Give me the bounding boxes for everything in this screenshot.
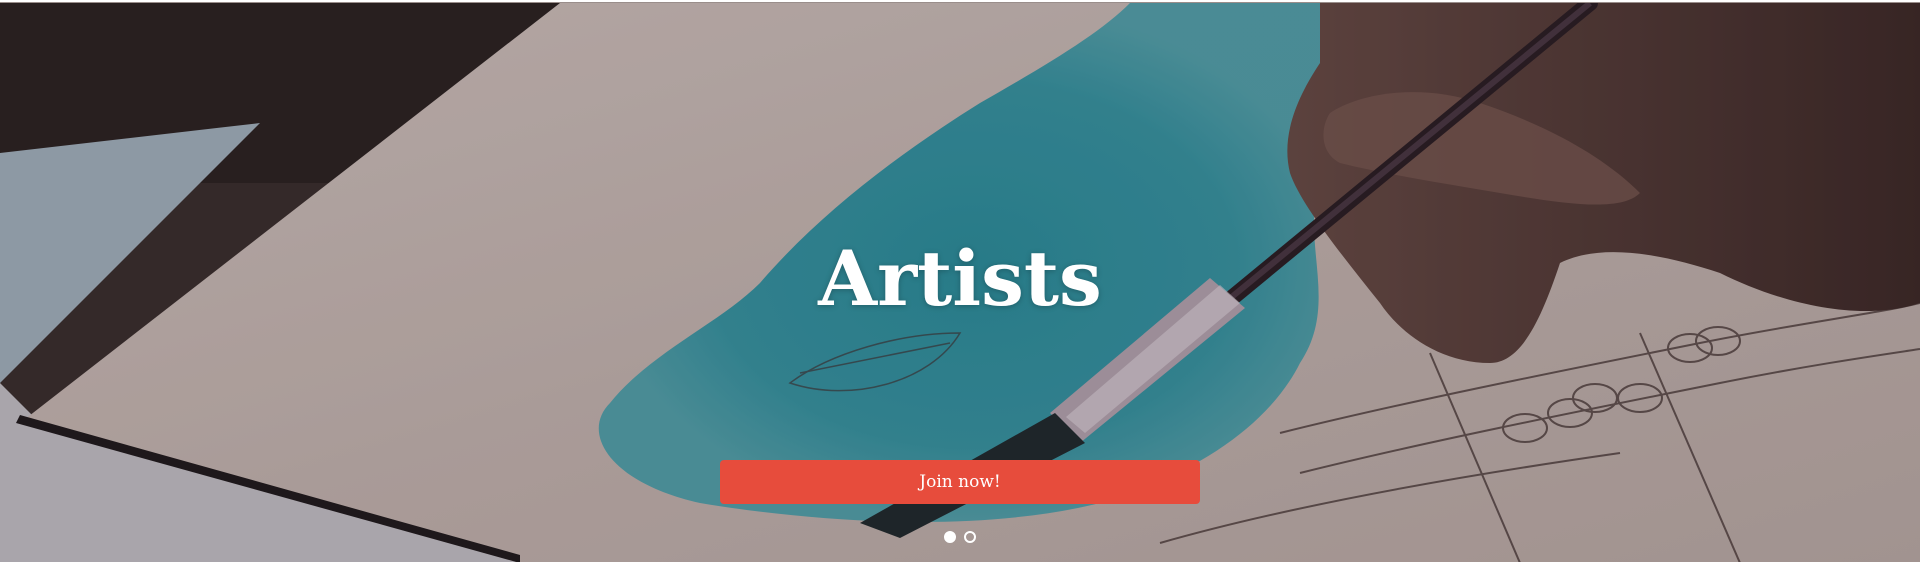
carousel-dot-1[interactable] bbox=[944, 531, 956, 543]
hero-title: Artists bbox=[818, 234, 1102, 323]
carousel-indicators bbox=[0, 531, 1920, 543]
carousel-dot-2[interactable] bbox=[964, 531, 976, 543]
hero-banner: Artists Join now! bbox=[0, 2, 1920, 562]
join-now-button[interactable]: Join now! bbox=[720, 460, 1200, 504]
